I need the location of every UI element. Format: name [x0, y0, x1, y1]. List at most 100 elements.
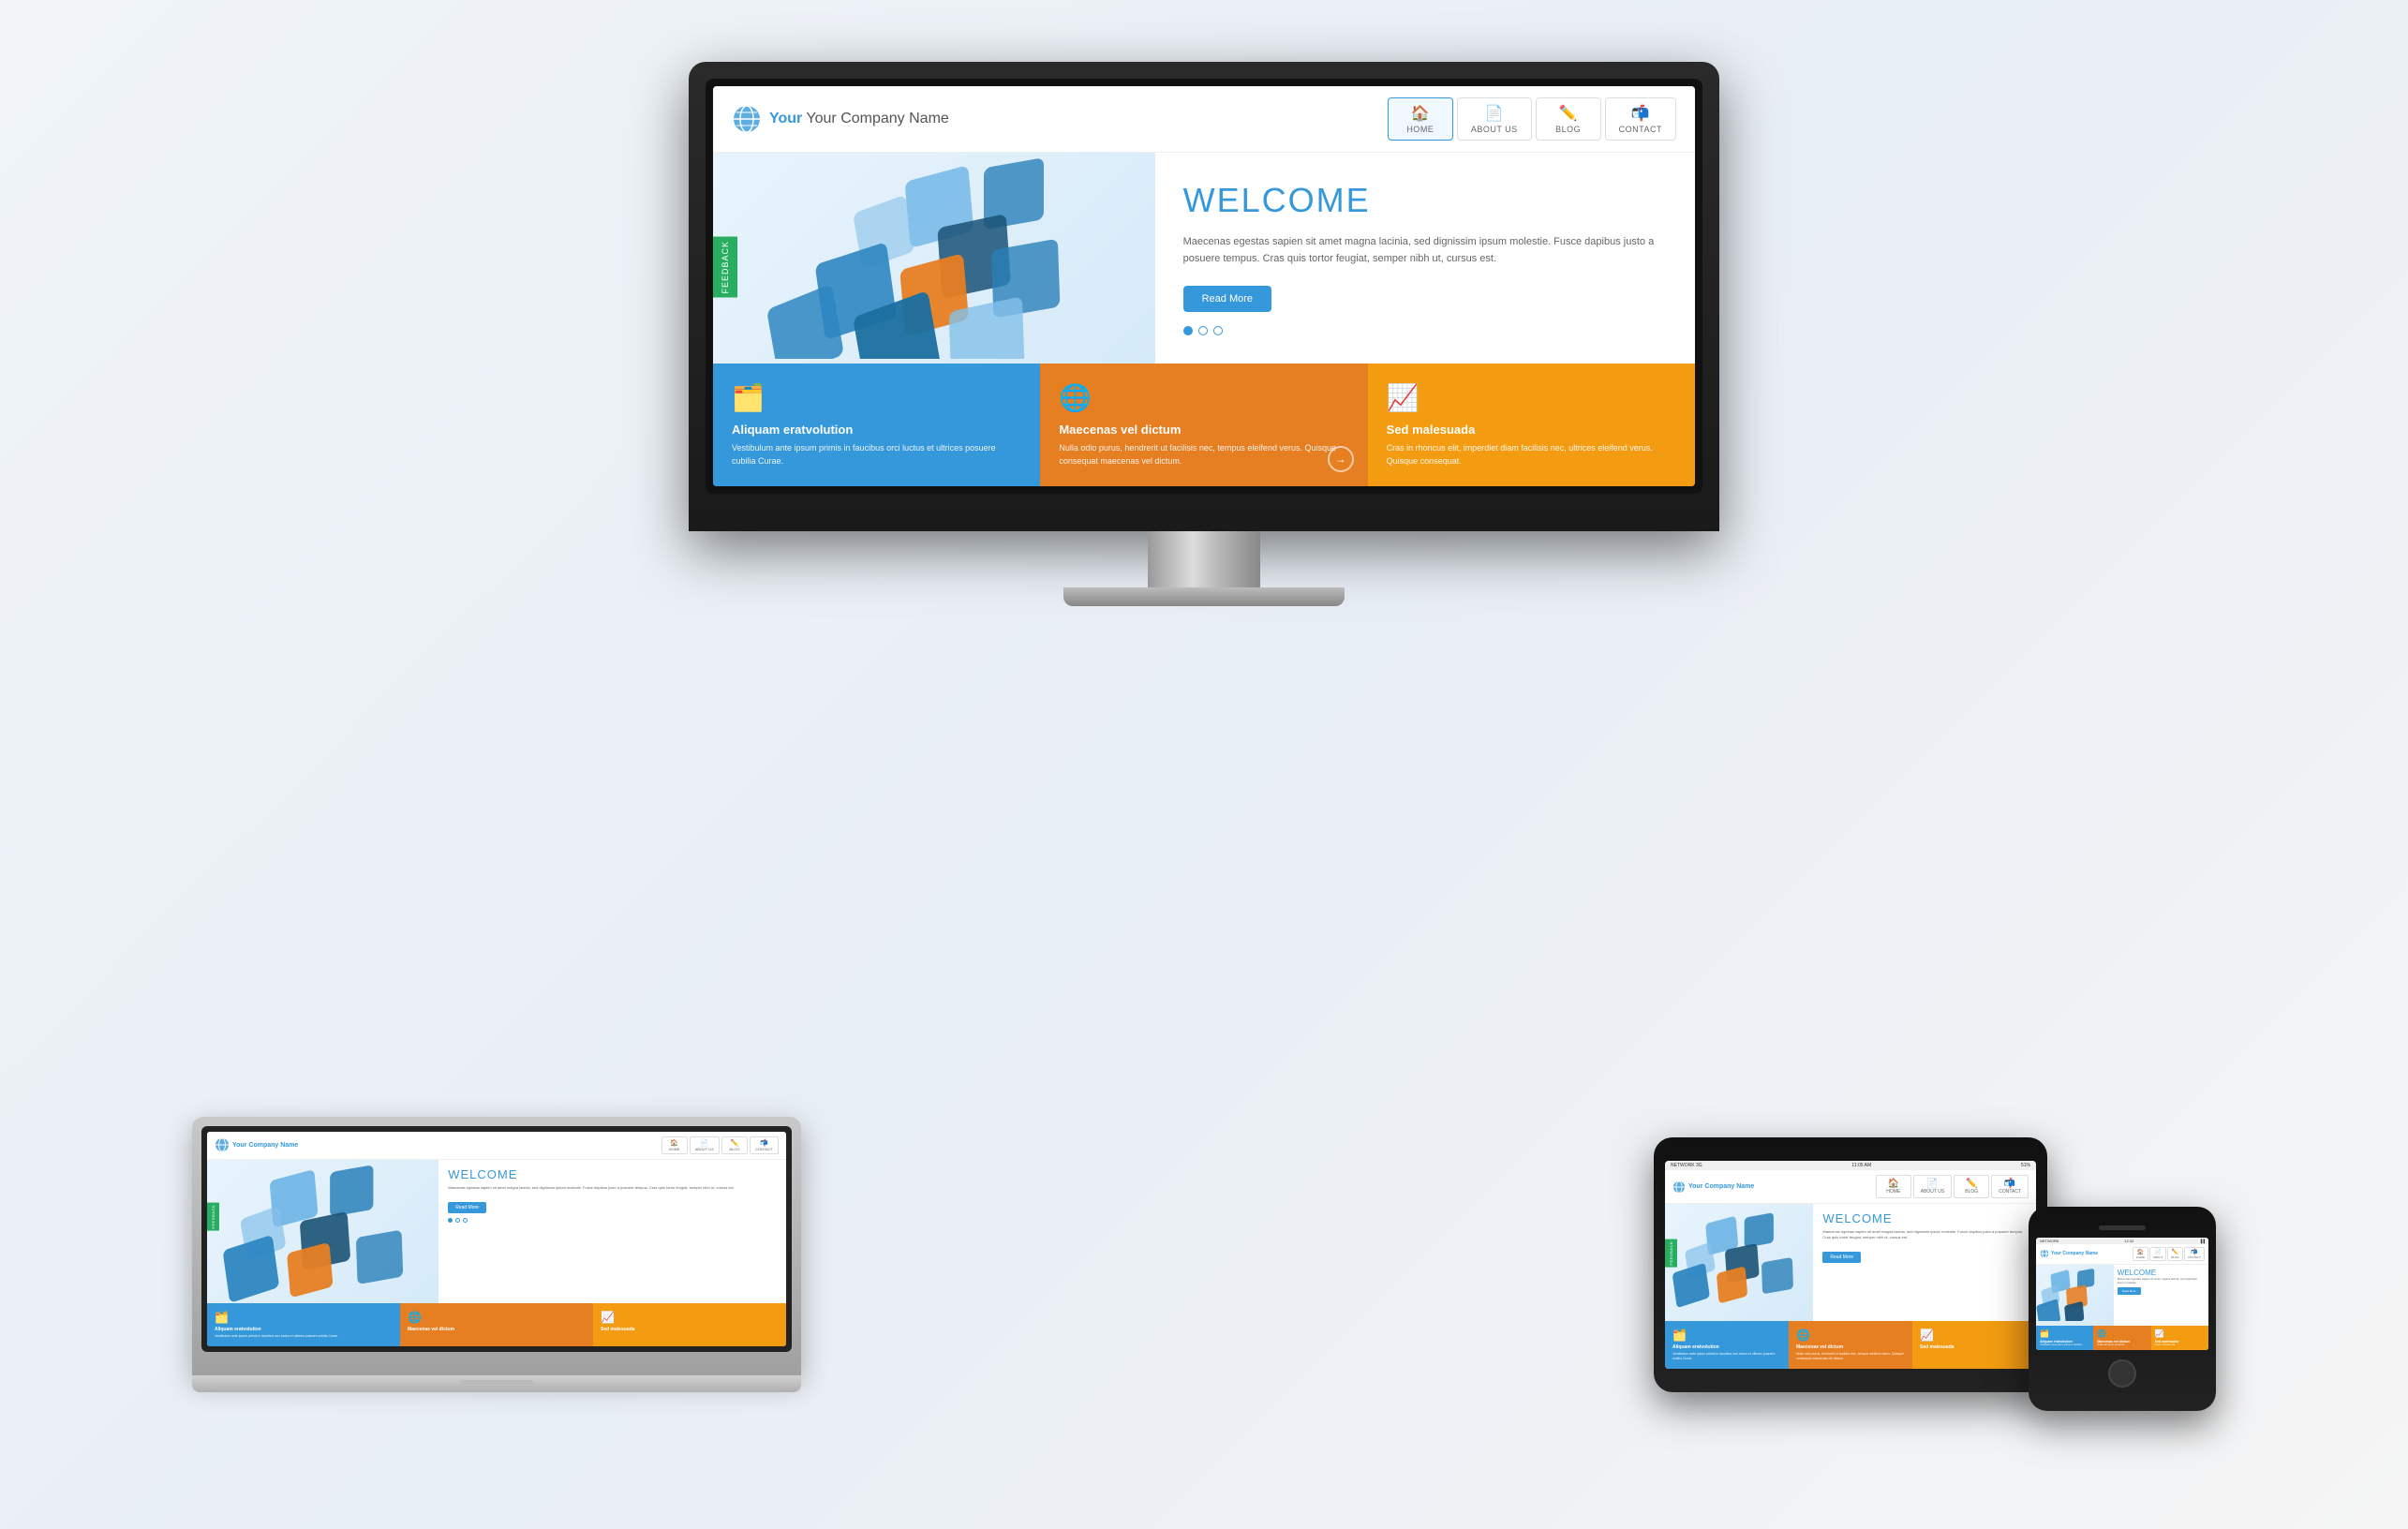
laptop-dot-2 [455, 1218, 460, 1223]
laptop-nav-blog-label: BLOG [729, 1147, 739, 1151]
phone-feature-cards: 🗂️ Aliquam eratvolution Vestibulum ante … [2036, 1326, 2208, 1350]
laptop-dot-1 [448, 1218, 453, 1223]
home-icon: 🏠 [1411, 104, 1430, 123]
desktop-card-3: 📈 Sed malesuada Cras in rhoncus elit, im… [1368, 364, 1695, 486]
laptop-bezel: Your Company Name 🏠 HOME 📄 ABOUT US [201, 1126, 792, 1352]
phone-nav-home[interactable]: 🏠 HOME [2133, 1247, 2148, 1261]
phone-nav-about[interactable]: 📄 ABOUT [2149, 1247, 2166, 1261]
phone-home-button[interactable] [2108, 1359, 2136, 1388]
phone-logo-text: Your Company Name [2051, 1251, 2098, 1256]
nav-blog[interactable]: ✏️ BLOG [1536, 97, 1601, 141]
tablet-card-3-icon: 📈 [1920, 1329, 2029, 1342]
phone-nav-blog[interactable]: ✏️ BLOG [2167, 1247, 2182, 1261]
about-icon: 📄 [1485, 104, 1504, 123]
laptop-nav-blog[interactable]: ✏️ BLOG [721, 1136, 748, 1154]
nav-home[interactable]: 🏠 HOME [1388, 97, 1453, 141]
nav-about[interactable]: 📄 ABOUT US [1457, 97, 1532, 141]
tablet-battery: 51% [2021, 1163, 2030, 1168]
laptop-globe-icon [215, 1137, 230, 1152]
tablet-read-more-button[interactable]: Read More [1822, 1252, 1861, 1263]
desktop-card-2: 🌐 Maecenas vel dictum Nulla odio purus, … [1040, 364, 1367, 486]
phone-header: Your Company Name 🏠 HOME 📄 ABOUT [2036, 1244, 2208, 1265]
tablet-card-2-title: Maecenas vel dictum [1796, 1344, 1905, 1350]
tablet-nav-about-label: ABOUT US [1921, 1189, 1944, 1195]
monitor-stand-base [1063, 587, 1345, 606]
desktop-header: Your Your Company Name 🏠 HOME 📄 [713, 86, 1695, 153]
phone-read-more-button[interactable]: Read More [2118, 1287, 2141, 1295]
tablet-nav-contact-label: CONTACT [1999, 1189, 2021, 1195]
phone-nav-blog-label: BLOG [2171, 1255, 2178, 1259]
desktop-monitor: Your Your Company Name 🏠 HOME 📄 [689, 62, 1719, 606]
desktop-feature-cards: 🗂️ Aliquam eratvolution Vestibulum ante … [713, 364, 1695, 486]
laptop-logo-text: Your Company Name [232, 1142, 298, 1149]
tablet-tiles-svg [1665, 1204, 1813, 1316]
phone-screen: NETWORK 12:32 ▐▐ Your C [2036, 1238, 2208, 1350]
tablet-card-1-text: Vestibulum ante ipsum primis in faucibus… [1672, 1352, 1781, 1361]
laptop-logo: Your Company Name [215, 1137, 298, 1152]
tablet-card-2: 🌐 Maecenas vel dictum Nulla odio purus, … [1789, 1321, 1912, 1369]
laptop-hero-image: FEEDBACK [207, 1160, 438, 1303]
dot-3 [1213, 326, 1223, 335]
desktop-hero-title: WELCOME [1183, 181, 1667, 220]
card-2-title: Maecenas vel dictum [1059, 423, 1348, 437]
tablet-nav-about[interactable]: 📄 ABOUT US [1913, 1175, 1952, 1198]
laptop-hero-text: Maecenas egestas sapien sit amet magna l… [448, 1185, 777, 1191]
tablet-globe-icon [1672, 1180, 1686, 1194]
card-1-icon: 🗂️ [732, 382, 1021, 413]
tablet-contact-icon: 📬 [2004, 1179, 2015, 1189]
desktop-website: Your Your Company Name 🏠 HOME 📄 [713, 86, 1695, 486]
desktop-hero-text: Maecenas egestas sapien sit amet magna l… [1183, 234, 1667, 267]
phone-contact-icon: 📬 [2188, 1249, 2201, 1255]
laptop-nav-about[interactable]: 📄 ABOUT US [690, 1136, 720, 1154]
phone-website: Your Company Name 🏠 HOME 📄 ABOUT [2036, 1244, 2208, 1350]
laptop-nav-contact[interactable]: 📬 CONTACT [750, 1136, 779, 1154]
desktop-read-more-button[interactable]: Read More [1183, 286, 1271, 312]
laptop-hero: FEEDBACK [207, 1160, 786, 1303]
nav-home-label: HOME [1406, 125, 1434, 134]
laptop-card-1-title: Aliquam eratvolution [215, 1327, 393, 1332]
tablet-hero-title: WELCOME [1822, 1211, 2027, 1225]
nav-blog-label: BLOG [1555, 125, 1581, 134]
desktop-logo-text: Your Your Company Name [769, 111, 949, 127]
nav-contact[interactable]: 📬 CONTACT [1605, 97, 1676, 141]
phone-time: 12:32 [2124, 1239, 2133, 1243]
card-3-text: Cras in rhoncus elit, imperdiet diam fac… [1387, 442, 1676, 468]
tablet-status-bar: NETWORK 3G 11:05 AM 51% [1665, 1161, 2036, 1170]
laptop-nav: 🏠 HOME 📄 ABOUT US ✏️ BLOG [661, 1136, 779, 1154]
tablet-card-1-icon: 🗂️ [1672, 1329, 1781, 1342]
tablet-nav-contact[interactable]: 📬 CONTACT [1991, 1175, 2029, 1198]
laptop-trackpad [459, 1380, 534, 1388]
dot-1 [1183, 326, 1193, 335]
desktop-card-1: 🗂️ Aliquam eratvolution Vestibulum ante … [713, 364, 1040, 486]
tablet-nav-home-label: HOME [1886, 1189, 1900, 1195]
tablet-hero-image: FEEDBACK [1665, 1204, 1813, 1321]
laptop-card-3-title: Sed malesuada [601, 1327, 779, 1332]
phone-nav-contact[interactable]: 📬 CONTACT [2184, 1247, 2205, 1261]
monitor-frame: Your Your Company Name 🏠 HOME 📄 [689, 62, 1719, 531]
laptop-header: Your Company Name 🏠 HOME 📄 ABOUT US [207, 1132, 786, 1160]
laptop-hero-title: WELCOME [448, 1167, 777, 1181]
laptop-home-icon: 🏠 [670, 1139, 678, 1147]
tablet-card-3: 📈 Sed malesuada [1912, 1321, 2036, 1369]
phone-card-3-icon: 📈 [2155, 1329, 2205, 1338]
phone-nav-home-label: HOME [2136, 1255, 2145, 1259]
tablet-card-2-text: Nulla odio purus, hendrerit ut facilisis… [1796, 1352, 1905, 1361]
laptop-feedback-tab: FEEDBACK [207, 1203, 219, 1231]
tablet-nav-blog[interactable]: ✏️ BLOG [1954, 1175, 1989, 1198]
tablet-logo-text: Your Company Name [1688, 1183, 1754, 1190]
tablet-screen: NETWORK 3G 11:05 AM 51% [1665, 1161, 2036, 1369]
card-3-title: Sed malesuada [1387, 423, 1676, 437]
phone-card-2-icon: 🌐 [2097, 1329, 2147, 1338]
laptop-card-3-icon: 📈 [601, 1311, 779, 1324]
tablet-nav-home[interactable]: 🏠 HOME [1876, 1175, 1911, 1198]
tablet-feedback-tab: FEEDBACK [1665, 1240, 1677, 1268]
card-1-text: Vestibulum ante ipsum primis in faucibus… [732, 442, 1021, 468]
laptop-nav-home[interactable]: 🏠 HOME [661, 1136, 688, 1154]
laptop-read-more-button[interactable]: Read More [448, 1202, 486, 1213]
monitor-stand-neck [1148, 531, 1260, 587]
tablet-logo: Your Company Name [1672, 1180, 1754, 1194]
phone-hero-image [2036, 1265, 2114, 1326]
feedback-tab: FEEDBACK [713, 237, 737, 298]
phone-speaker [2099, 1225, 2146, 1230]
phone-hero-content: WELCOME Maecenas egestas sapien sit amet… [2114, 1265, 2208, 1326]
